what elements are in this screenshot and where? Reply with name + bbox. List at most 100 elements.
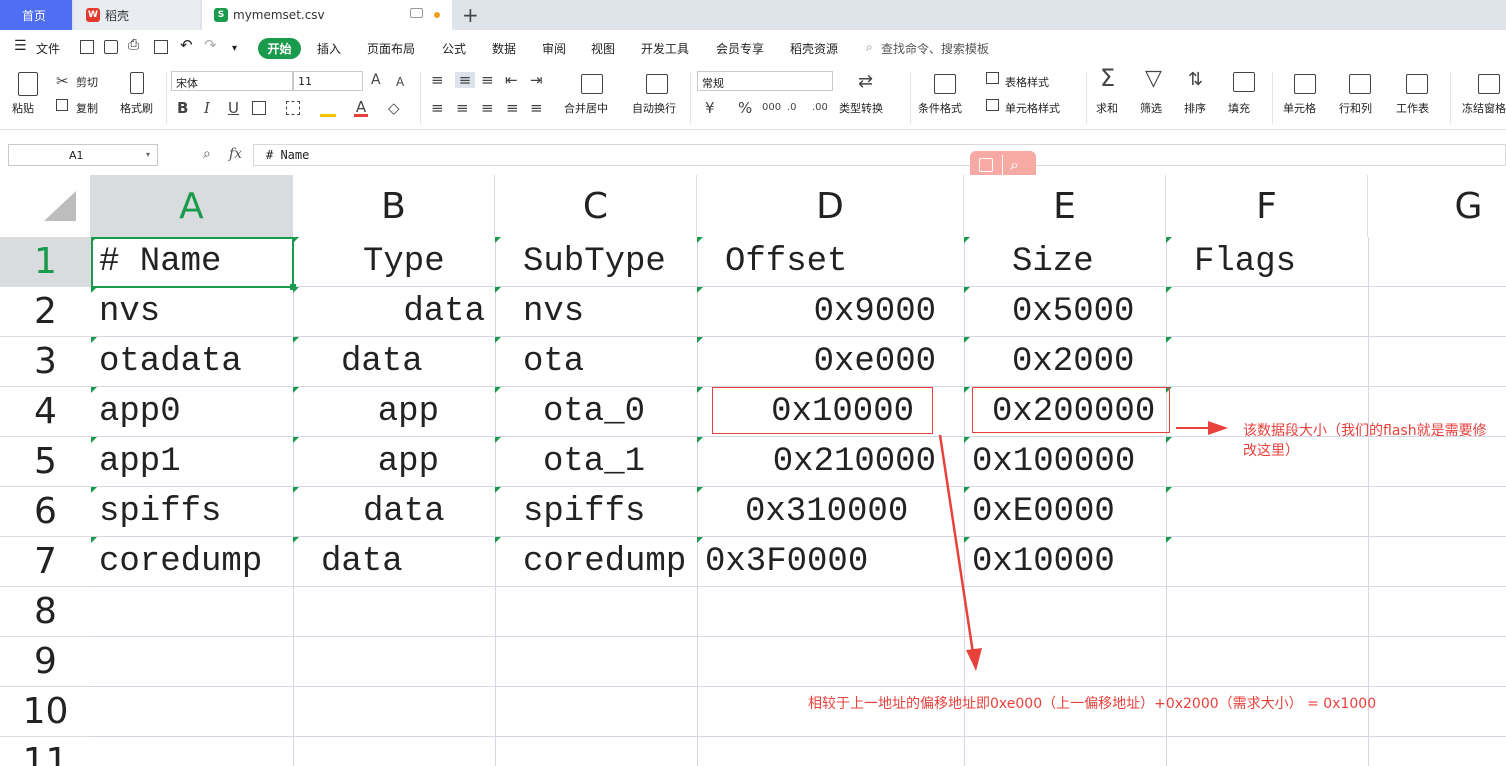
- distribute-icon[interactable]: ≡: [530, 100, 543, 116]
- divider: [1002, 155, 1003, 177]
- print-icon[interactable]: ⎙: [128, 37, 139, 53]
- save-icon[interactable]: [80, 40, 94, 54]
- tab-docer[interactable]: W 稻壳: [74, 0, 200, 30]
- eraser-icon[interactable]: ◇: [388, 100, 400, 116]
- indent-decrease-icon[interactable]: ⇤: [505, 72, 518, 88]
- menu-data[interactable]: 数据: [492, 40, 516, 57]
- menu-start[interactable]: 开始: [258, 38, 301, 59]
- font-name-select[interactable]: 宋体: [171, 71, 293, 91]
- cell-style-button[interactable]: 单元格样式: [1005, 100, 1060, 116]
- indent-increase-icon[interactable]: ⇥: [530, 72, 543, 88]
- format-painter-icon[interactable]: [130, 72, 144, 94]
- font-color-icon[interactable]: A: [354, 99, 368, 117]
- merge-center-icon[interactable]: [581, 74, 603, 94]
- fill-color-icon[interactable]: [320, 99, 336, 117]
- italic-button[interactable]: I: [204, 100, 210, 116]
- undo-icon[interactable]: ↶: [180, 36, 193, 54]
- cell-icon[interactable]: [1294, 74, 1316, 94]
- menu-view[interactable]: 视图: [591, 40, 615, 57]
- font-grow-icon[interactable]: A: [371, 72, 381, 88]
- cell-style-icon: [986, 99, 999, 111]
- type-convert-icon[interactable]: ⇄: [858, 73, 873, 91]
- shading-icon[interactable]: [286, 101, 300, 115]
- translate-icon[interactable]: [979, 158, 993, 172]
- menu-formula[interactable]: 公式: [442, 40, 466, 57]
- decrease-decimal-icon[interactable]: .00: [812, 100, 828, 116]
- menu-insert[interactable]: 插入: [317, 40, 341, 57]
- number-format-select[interactable]: 常规: [697, 71, 833, 91]
- tab-home[interactable]: 首页: [0, 0, 72, 30]
- export-icon[interactable]: [104, 40, 118, 54]
- filter-button[interactable]: 筛选: [1140, 100, 1162, 116]
- align-middle-icon[interactable]: ≡: [455, 72, 475, 88]
- font-shrink-icon[interactable]: A: [396, 74, 404, 90]
- fx-icon[interactable]: fx: [229, 146, 242, 162]
- chevron-down-icon[interactable]: ▾: [232, 43, 237, 54]
- divider: [1450, 72, 1451, 124]
- fill-button[interactable]: 填充: [1228, 100, 1250, 116]
- increase-decimal-icon[interactable]: .0: [787, 100, 797, 116]
- menu-member[interactable]: 会员专享: [716, 40, 764, 57]
- align-left-icon[interactable]: ≡: [431, 100, 444, 116]
- size-annotation: 该数据段大小（我们的flash就是需要修改这里）: [1243, 423, 1487, 459]
- table-style-button[interactable]: 表格样式: [1005, 74, 1049, 90]
- worksheet-button[interactable]: 工作表: [1396, 100, 1429, 116]
- thousands-icon[interactable]: 000: [762, 100, 781, 116]
- conditional-format-button[interactable]: 条件格式: [918, 100, 962, 116]
- row-column-icon[interactable]: [1349, 74, 1371, 94]
- currency-button[interactable]: ¥: [705, 100, 715, 116]
- tab-file[interactable]: S mymemset.csv: [202, 0, 452, 30]
- cut-icon: ✂: [56, 72, 69, 90]
- zoom-icon[interactable]: ⌕: [203, 146, 211, 162]
- freeze-panes-button[interactable]: 冻结窗格: [1462, 100, 1506, 116]
- merge-center-button[interactable]: 合并居中: [564, 100, 608, 116]
- display-icon[interactable]: [410, 8, 423, 18]
- align-right-icon[interactable]: ≡: [481, 100, 494, 116]
- row-column-button[interactable]: 行和列: [1339, 100, 1372, 116]
- type-convert-button[interactable]: 类型转换: [839, 100, 883, 116]
- border-icon[interactable]: [252, 101, 266, 115]
- justify-icon[interactable]: ≡: [506, 100, 519, 116]
- wrap-text-icon[interactable]: [646, 74, 668, 94]
- hamburger-icon[interactable]: ☰: [14, 38, 27, 54]
- bold-button[interactable]: B: [177, 100, 188, 116]
- search-icon[interactable]: ⌕: [1010, 155, 1019, 175]
- redo-icon[interactable]: ↷: [204, 36, 217, 54]
- worksheet-icon[interactable]: [1406, 74, 1428, 94]
- menu-developer[interactable]: 开发工具: [641, 40, 689, 57]
- command-search[interactable]: 查找命令、搜索模板: [881, 40, 989, 57]
- freeze-panes-icon[interactable]: [1478, 74, 1500, 94]
- fill-icon[interactable]: [1233, 72, 1255, 92]
- ribbon-toolbar: 粘贴 ✂ 剪切 复制 格式刷 宋体 11 A A B I U A ◇ ≡ ≡ ≡…: [0, 66, 1506, 130]
- percent-button[interactable]: %: [738, 100, 752, 116]
- cell-button[interactable]: 单元格: [1283, 100, 1316, 116]
- wrap-text-button[interactable]: 自动换行: [632, 100, 676, 116]
- tab-home-label: 首页: [22, 8, 47, 23]
- sort-button[interactable]: 排序: [1184, 100, 1206, 116]
- paste-icon[interactable]: [18, 72, 38, 96]
- menu-review[interactable]: 审阅: [542, 40, 566, 57]
- sum-button[interactable]: 求和: [1096, 100, 1118, 116]
- print-preview-icon[interactable]: [154, 40, 168, 54]
- font-size-select[interactable]: 11: [293, 71, 363, 91]
- filter-icon: ▽: [1145, 66, 1162, 91]
- menu-docer[interactable]: 稻壳资源: [790, 40, 838, 57]
- menu-file[interactable]: 文件: [36, 40, 60, 57]
- menu-page-layout[interactable]: 页面布局: [367, 40, 415, 57]
- formula-input[interactable]: # Name: [253, 144, 1506, 166]
- name-box[interactable]: A1: [8, 144, 158, 166]
- cut-button[interactable]: 剪切: [76, 74, 98, 90]
- chevron-down-icon[interactable]: ▾: [146, 150, 150, 159]
- menu-bar: ☰ 文件 ⎙ ↶ ↷ ▾ 开始 插入 页面布局 公式 数据 审阅 视图 开发工具…: [0, 30, 1506, 66]
- new-tab-plus-icon[interactable]: +: [462, 3, 479, 27]
- conditional-format-icon[interactable]: [934, 74, 956, 94]
- format-painter-button[interactable]: 格式刷: [120, 100, 153, 116]
- align-bottom-icon[interactable]: ≡: [481, 72, 494, 88]
- sum-icon: Σ: [1100, 64, 1116, 92]
- copy-button[interactable]: 复制: [76, 100, 98, 116]
- arrow-head-icon: [1208, 421, 1228, 435]
- paste-button[interactable]: 粘贴: [12, 100, 34, 116]
- align-top-icon[interactable]: ≡: [431, 72, 444, 88]
- underline-button[interactable]: U: [228, 100, 239, 116]
- align-center-icon[interactable]: ≡: [456, 100, 469, 116]
